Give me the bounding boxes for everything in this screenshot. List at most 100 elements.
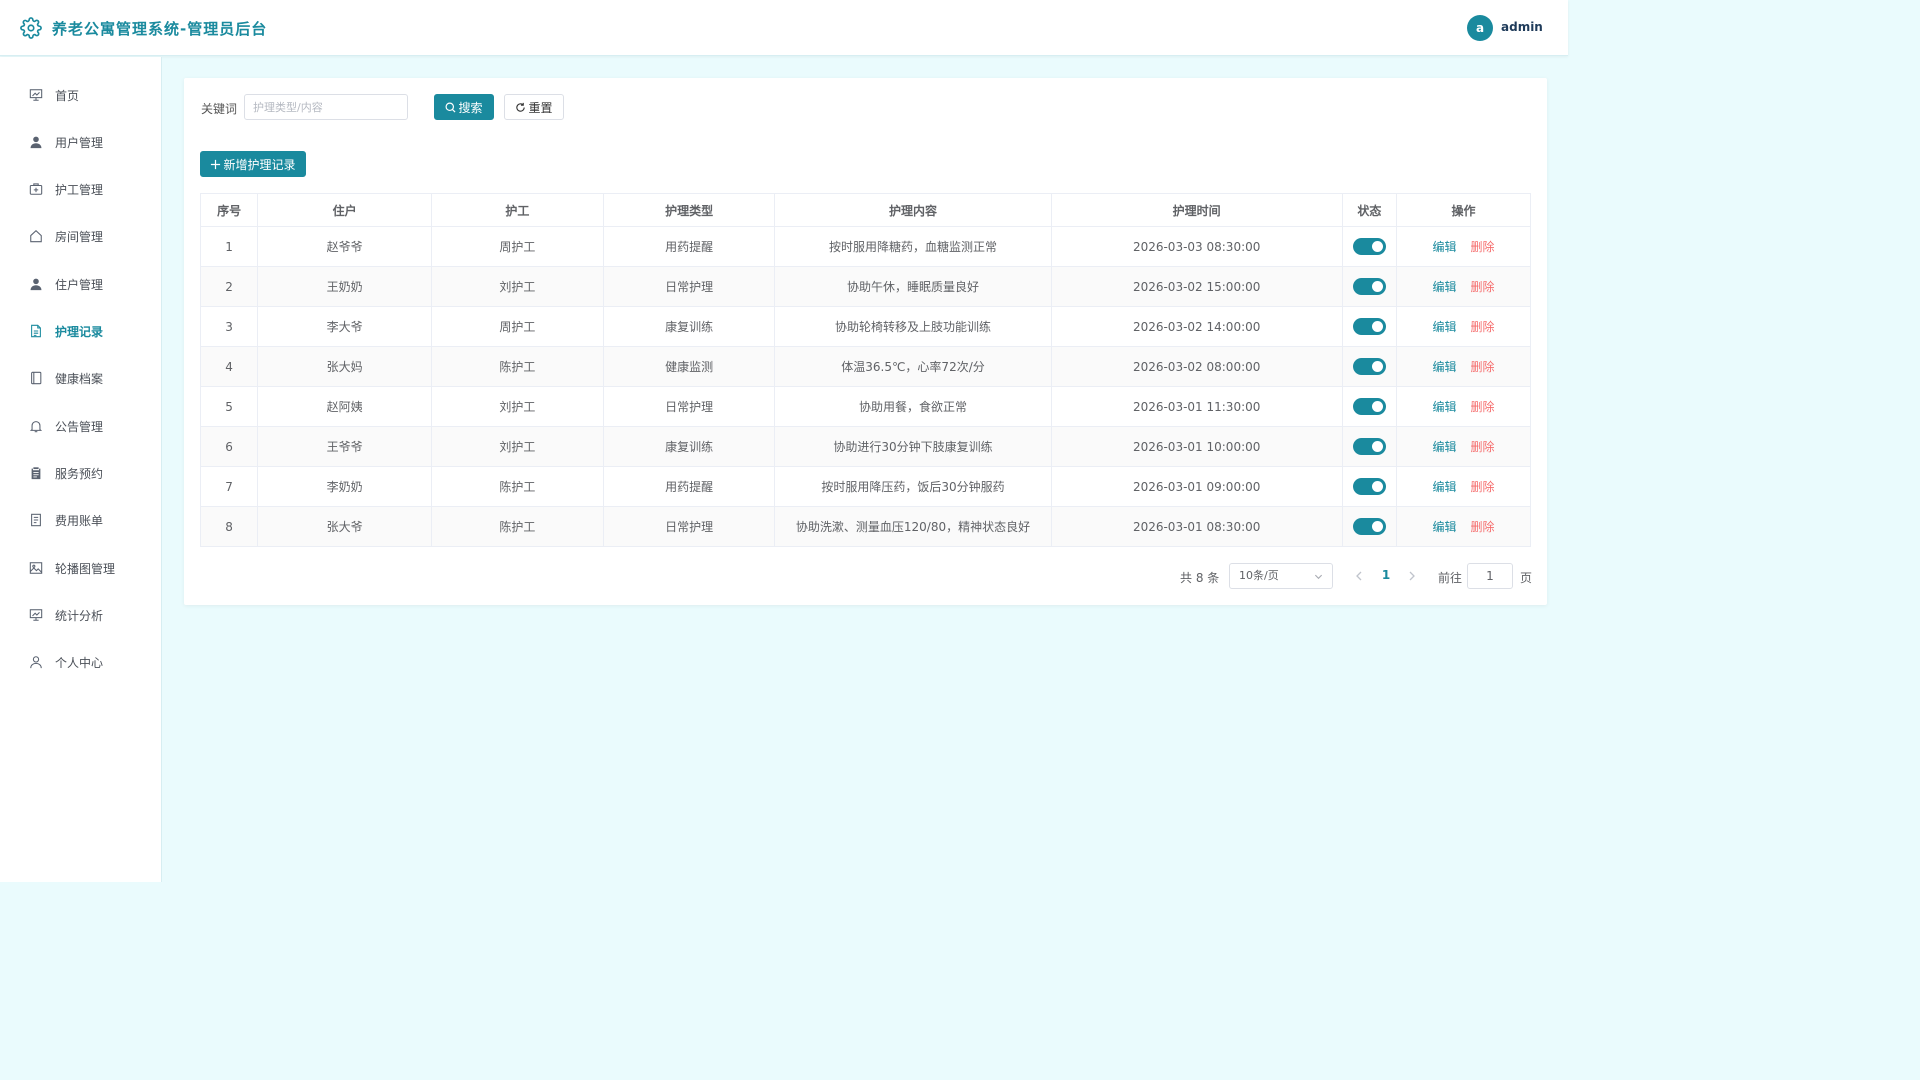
sidebar-item-label: 轮播图管理: [55, 562, 116, 576]
sidebar-item-rooms[interactable]: 房间管理: [0, 216, 161, 256]
cell-index: 8: [199, 506, 259, 547]
keyword-label: 关键词: [201, 102, 238, 116]
cell-resident: 张大爷: [257, 506, 433, 547]
edit-button[interactable]: 编辑: [1432, 400, 1456, 414]
edit-button[interactable]: 编辑: [1432, 280, 1456, 294]
column-header-resident[interactable]: 住户: [257, 193, 433, 227]
edit-button[interactable]: 编辑: [1432, 520, 1456, 534]
user-icon: [30, 278, 42, 291]
cell-status: [1341, 346, 1398, 387]
sidebar-item-care-records[interactable]: 护理记录: [0, 311, 161, 351]
sidebar-item-users[interactable]: 用户管理: [0, 122, 161, 162]
sidebar-item-service-booking[interactable]: 服务预约: [0, 453, 161, 493]
add-care-record-button[interactable]: 新增护理记录: [200, 151, 306, 177]
page-size-select[interactable]: 10条/页: [1229, 563, 1333, 589]
cell-care-time: 2026-03-02 14:00:00: [1050, 306, 1343, 347]
sidebar-item-statistics[interactable]: 统计分析: [0, 595, 161, 635]
sidebar-item-residents[interactable]: 住户管理: [0, 264, 161, 304]
delete-button[interactable]: 删除: [1471, 400, 1495, 414]
edit-button[interactable]: 编辑: [1432, 360, 1456, 374]
cell-status: [1341, 306, 1398, 347]
page-size-value: 10条/页: [1239, 569, 1279, 582]
edit-button[interactable]: 编辑: [1432, 440, 1456, 454]
table-row: 2 王奶奶 刘护工 日常护理 协助午休，睡眠质量良好 2026-03-02 15…: [199, 266, 1531, 307]
goto-page-input[interactable]: [1467, 563, 1513, 589]
cell-status: [1341, 426, 1398, 467]
cell-care-time: 2026-03-01 08:30:00: [1050, 506, 1343, 547]
cell-status: [1341, 266, 1398, 307]
delete-button[interactable]: 删除: [1471, 320, 1495, 334]
cell-status: [1341, 386, 1398, 427]
home-chart-icon: [29, 89, 43, 101]
column-header-care-time[interactable]: 护理时间: [1050, 193, 1343, 227]
cell-care-content: 体温36.5℃，心率72次/分: [774, 346, 1052, 387]
cell-actions: 编辑 删除: [1396, 346, 1531, 387]
column-header-care-type[interactable]: 护理类型: [602, 193, 776, 227]
prev-page-button[interactable]: [1352, 567, 1366, 585]
status-toggle[interactable]: [1352, 438, 1386, 455]
cell-caregiver: 陈护工: [431, 506, 604, 547]
delete-button[interactable]: 删除: [1471, 440, 1495, 454]
sidebar-item-health-records[interactable]: 健康档案: [0, 358, 161, 398]
cell-index: 4: [199, 346, 259, 387]
cell-resident: 张大妈: [257, 346, 433, 387]
column-header-care-content[interactable]: 护理内容: [774, 193, 1052, 227]
delete-button[interactable]: 删除: [1471, 280, 1495, 294]
cell-status: [1341, 466, 1398, 507]
goto-label: 前往: [1438, 571, 1463, 585]
sidebar-item-profile[interactable]: 个人中心: [0, 642, 161, 682]
app-title: 养老公寓管理系统-管理员后台: [52, 20, 268, 38]
cell-actions: 编辑 删除: [1396, 386, 1531, 427]
page-number-current[interactable]: 1: [1378, 568, 1394, 582]
plus-icon: [211, 159, 221, 169]
main-card: 关键词 搜索 重置 新增护理记录 序号 住户 护工 护理类型 护理内容 护理时间…: [184, 78, 1547, 605]
delete-button[interactable]: 删除: [1471, 520, 1495, 534]
cell-care-content: 协助轮椅转移及上肢功能训练: [774, 306, 1052, 347]
status-toggle[interactable]: [1352, 238, 1386, 255]
sidebar-item-label: 健康档案: [55, 372, 104, 386]
sidebar-item-banners[interactable]: 轮播图管理: [0, 548, 161, 588]
cell-care-type: 康复训练: [602, 306, 776, 347]
sidebar-item-label: 首页: [55, 89, 80, 103]
delete-button[interactable]: 删除: [1471, 480, 1495, 494]
cell-caregiver: 刘护工: [431, 266, 604, 307]
search-input[interactable]: [244, 94, 408, 120]
status-toggle[interactable]: [1352, 478, 1386, 495]
sidebar-item-home[interactable]: 首页: [0, 75, 161, 115]
sidebar-item-label: 护理记录: [55, 325, 104, 339]
sidebar-item-caregivers[interactable]: 护工管理: [0, 169, 161, 209]
column-header-caregiver[interactable]: 护工: [431, 193, 604, 227]
table-row: 4 张大妈 陈护工 健康监测 体温36.5℃，心率72次/分 2026-03-0…: [199, 346, 1531, 387]
cell-care-content: 协助进行30分钟下肢康复训练: [774, 426, 1052, 467]
bill-icon: [31, 513, 41, 527]
house-icon: [30, 230, 42, 243]
cell-index: 5: [199, 386, 259, 427]
status-toggle[interactable]: [1352, 318, 1386, 335]
cell-caregiver: 刘护工: [431, 426, 604, 467]
cell-care-time: 2026-03-02 15:00:00: [1050, 266, 1343, 307]
edit-button[interactable]: 编辑: [1432, 320, 1456, 334]
status-toggle[interactable]: [1352, 358, 1386, 375]
edit-button[interactable]: 编辑: [1432, 480, 1456, 494]
search-icon: [445, 102, 456, 113]
medical-kit-icon: [29, 183, 43, 195]
avatar[interactable]: a: [1467, 15, 1493, 41]
delete-button[interactable]: 删除: [1471, 360, 1495, 374]
status-toggle[interactable]: [1352, 278, 1386, 295]
status-toggle[interactable]: [1352, 518, 1386, 535]
status-toggle[interactable]: [1352, 398, 1386, 415]
sidebar-item-billing[interactable]: 费用账单: [0, 500, 161, 540]
delete-button[interactable]: 删除: [1471, 240, 1495, 254]
cell-resident: 王奶奶: [257, 266, 433, 307]
cell-caregiver: 刘护工: [431, 386, 604, 427]
next-page-button[interactable]: [1405, 567, 1419, 585]
sidebar-item-announcements[interactable]: 公告管理: [0, 406, 161, 446]
search-button[interactable]: 搜索: [434, 94, 494, 120]
edit-button[interactable]: 编辑: [1432, 240, 1456, 254]
reset-button[interactable]: 重置: [504, 94, 564, 120]
notebook-icon: [31, 371, 42, 385]
username[interactable]: admin: [1501, 20, 1543, 34]
column-header-status[interactable]: 状态: [1341, 193, 1398, 227]
picture-icon: [29, 562, 43, 574]
column-header-index[interactable]: 序号: [199, 193, 259, 227]
